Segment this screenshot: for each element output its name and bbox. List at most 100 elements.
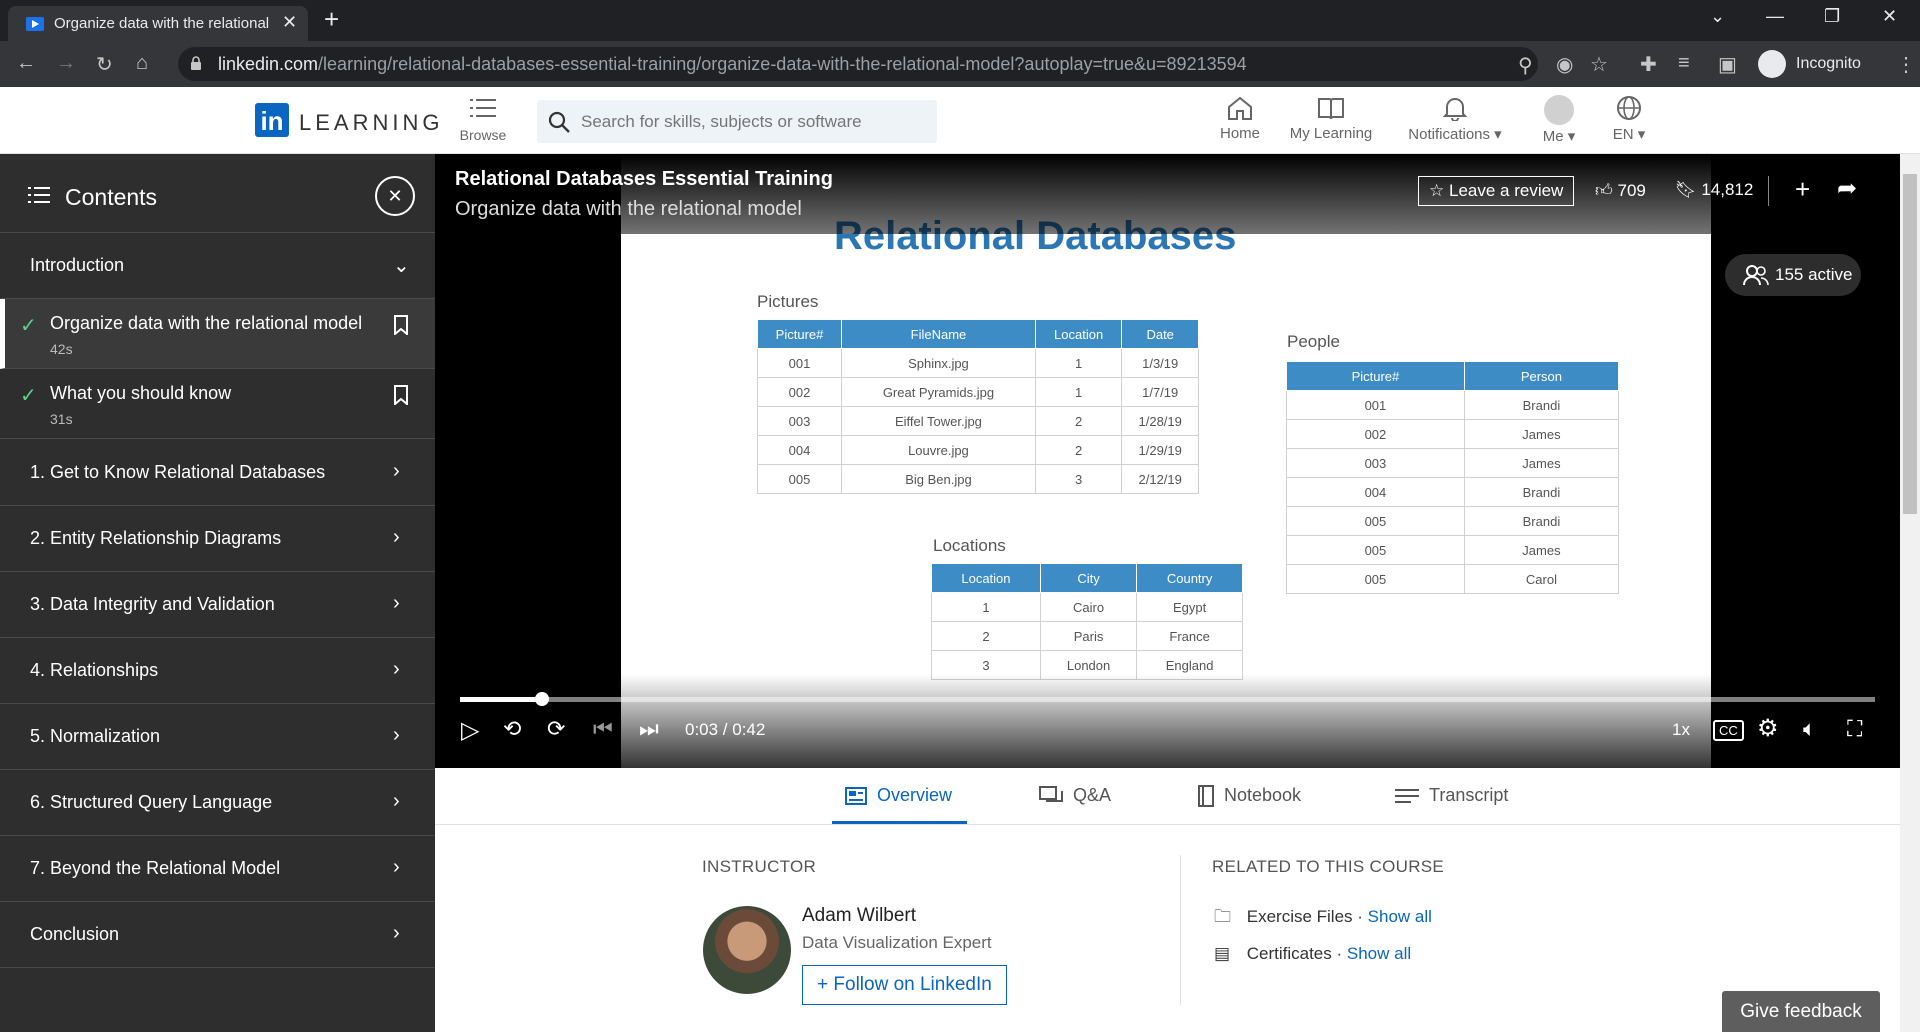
chevron-right-icon: ›	[393, 790, 400, 812]
bookmark-icon[interactable]	[393, 315, 409, 335]
add-to-collection-icon[interactable]: +	[1795, 174, 1810, 205]
chat-icon	[1039, 786, 1063, 803]
notifications-label: Notifications ▾	[1408, 126, 1502, 143]
progress-bar[interactable]	[460, 692, 1875, 706]
table-cell: 002	[756, 377, 843, 407]
table-header-row: Picture# FileName Location Date	[756, 319, 1199, 349]
play-icon[interactable]: ▷	[461, 716, 479, 745]
active-viewers-badge[interactable]: 155 active	[1725, 254, 1861, 296]
nav-home[interactable]: Home	[1218, 95, 1262, 142]
video-item-active[interactable]: ✓ Organize data with the relational mode…	[0, 299, 435, 369]
table-cell: Great Pyramids.jpg	[841, 377, 1036, 407]
table-cell: 004	[1286, 477, 1465, 507]
table-row: 002 Great Pyramids.jpg 1 1/7/19	[756, 377, 1199, 407]
volume-icon[interactable]: 🔈︎	[1803, 716, 1816, 742]
transcript-lines-icon	[1395, 789, 1419, 804]
forward-arrow-icon[interactable]: →	[56, 52, 76, 75]
chapter-7[interactable]: 7. Beyond the Relational Model ›	[0, 836, 435, 902]
incognito-profile[interactable]: Incognito	[1756, 47, 1886, 81]
scrubber-handle[interactable]	[535, 692, 550, 706]
speed-button[interactable]: 1x	[1672, 720, 1690, 740]
chapter-conclusion[interactable]: Conclusion ›	[0, 902, 435, 968]
chapter-4[interactable]: 4. Relationships ›	[0, 638, 435, 704]
chapter-6[interactable]: 6. Structured Query Language ›	[0, 770, 435, 836]
instructor-name[interactable]: Adam Wilbert	[802, 905, 916, 927]
people-icon	[1743, 265, 1769, 286]
chapter-3[interactable]: 3. Data Integrity and Validation ›	[0, 572, 435, 638]
reading-list-icon[interactable]: ≡	[1678, 52, 1690, 75]
close-tab-icon[interactable]: ✕	[282, 12, 297, 33]
tab-transcript[interactable]: Transcript	[1395, 785, 1508, 806]
plus-icon: +	[817, 974, 829, 995]
video-item[interactable]: ✓ What you should know 31s	[0, 369, 435, 439]
new-tab-plus-icon[interactable]: +	[324, 4, 339, 35]
save-button[interactable]: 🔖︎ 14,812	[1675, 180, 1753, 200]
share-icon[interactable]: ➦	[1837, 174, 1857, 203]
table-cell: 1	[1034, 377, 1123, 407]
table-header-row: Picture# Person	[1286, 361, 1620, 391]
nav-my-learning[interactable]: My Learning	[1288, 95, 1374, 142]
certificates-show-all-link[interactable]: Show all	[1347, 944, 1411, 963]
browser-menu-icon[interactable]: ⋮	[1896, 52, 1916, 77]
chapter-1[interactable]: 1. Get to Know Relational Databases ›	[0, 440, 435, 506]
table-cell: 1	[931, 592, 1041, 622]
tab-search-chevron-icon[interactable]: ⌄	[1710, 6, 1725, 27]
zoom-icon[interactable]: ⚲	[1518, 53, 1533, 78]
table-cell: 001	[756, 348, 843, 378]
closed-captions-icon[interactable]: CC	[1713, 720, 1744, 741]
page-scrollbar[interactable]	[1900, 154, 1920, 1032]
globe-icon	[1617, 96, 1641, 120]
extensions-puzzle-icon[interactable]: ✚	[1640, 52, 1657, 77]
bookmark-star-icon[interactable]: ☆	[1590, 52, 1608, 77]
table-cell: 2	[1034, 435, 1123, 465]
fullscreen-icon[interactable]: ⛶	[1847, 716, 1862, 742]
follow-on-linkedin-button[interactable]: + Follow on LinkedIn	[802, 965, 1007, 1005]
video-player[interactable]: Relational Databases Pictures Picture# Fi…	[435, 154, 1900, 768]
minimize-window-icon[interactable]: —	[1766, 6, 1784, 27]
close-window-icon[interactable]: ✕	[1882, 6, 1897, 27]
exercise-files-row: 🗀︎ Exercise Files · Show all	[1214, 904, 1432, 933]
tab-overview[interactable]: Overview	[845, 785, 952, 806]
give-feedback-button[interactable]: Give feedback	[1722, 991, 1880, 1032]
table-header-cell: Location	[1034, 319, 1123, 349]
book-icon	[1318, 98, 1344, 120]
settings-gear-icon[interactable]: ⚙	[1757, 714, 1779, 743]
nav-notifications[interactable]: Notifications ▾	[1400, 95, 1510, 143]
table-cell: Cairo	[1039, 592, 1138, 622]
nav-language[interactable]: EN ▾	[1604, 95, 1654, 143]
bookmark-icon[interactable]	[393, 385, 409, 405]
scrollbar-thumb[interactable]	[1903, 174, 1917, 514]
reload-icon[interactable]: ↻	[96, 52, 113, 77]
section-introduction[interactable]: Introduction ⌄	[0, 233, 435, 299]
table-cell: James	[1463, 535, 1620, 565]
forward-10-icon[interactable]: ⟳	[547, 716, 565, 742]
next-video-icon[interactable]: ⏭︎	[639, 716, 659, 742]
table-header-row: Location City Country	[931, 563, 1243, 593]
restore-window-icon[interactable]: ❐	[1824, 6, 1840, 27]
home-button-icon[interactable]: ⌂	[136, 52, 148, 75]
tracking-off-eye-icon[interactable]: ◉	[1556, 52, 1573, 77]
chapter-5[interactable]: 5. Normalization ›	[0, 704, 435, 770]
table-cell: Brandi	[1463, 390, 1620, 420]
tab-notebook[interactable]: Notebook	[1198, 785, 1301, 808]
search-box[interactable]	[537, 100, 937, 143]
nav-me[interactable]: Me ▾	[1532, 95, 1586, 145]
lock-icon	[191, 56, 201, 70]
search-input[interactable]	[581, 100, 921, 143]
browse-button[interactable]: Browse	[455, 97, 511, 143]
rewind-10-icon[interactable]: ⟲	[503, 716, 521, 742]
close-contents-button[interactable]: ✕	[375, 176, 415, 216]
back-arrow-icon[interactable]: ←	[16, 52, 36, 75]
linkedin-learning-logo[interactable]: in LEARNING	[255, 103, 439, 137]
instructor-avatar[interactable]	[703, 906, 791, 994]
side-panel-icon[interactable]: ▣	[1718, 52, 1737, 77]
like-button[interactable]: 👍︎ 709	[1595, 180, 1646, 201]
chapter-2[interactable]: 2. Entity Relationship Diagrams ›	[0, 506, 435, 572]
browser-tab[interactable]: Organize data with the relational ✕	[8, 6, 308, 41]
tab-qa[interactable]: Q&A	[1039, 785, 1111, 806]
exercise-files-show-all-link[interactable]: Show all	[1368, 907, 1432, 926]
leave-review-button[interactable]: ☆ Leave a review	[1418, 176, 1575, 206]
people-table: Picture# Person 001 Brandi 002 James 003 James 0…	[1286, 361, 1620, 594]
previous-video-icon[interactable]: ⏮︎	[593, 716, 613, 742]
address-bar[interactable]: linkedin.com/learning/relational-databas…	[178, 47, 1538, 81]
